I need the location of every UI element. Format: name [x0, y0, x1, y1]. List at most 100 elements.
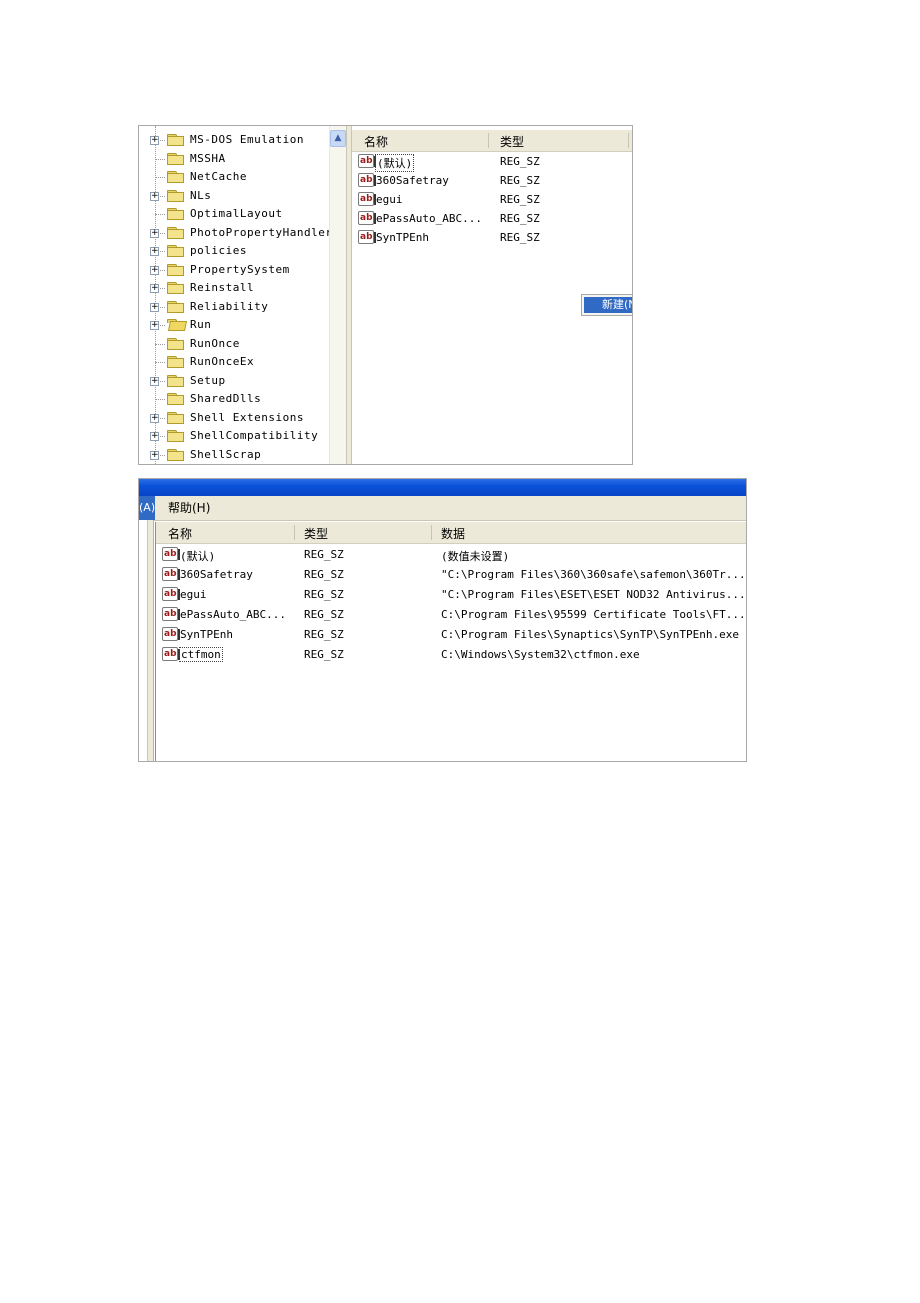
tree-item[interactable]: SharedDlls	[139, 390, 329, 408]
expand-plus-icon[interactable]: +	[150, 432, 159, 441]
tree-vertical-scrollbar[interactable]: ▲	[329, 126, 347, 464]
value-row[interactable]: ab (默认) REG_SZ	[352, 152, 632, 172]
expand-plus-icon[interactable]: +	[150, 247, 159, 256]
string-value-icon: ab	[162, 587, 180, 601]
tree-item[interactable]: + MS-DOS Emulation	[139, 131, 329, 149]
value-name: 360Safetray	[376, 174, 449, 187]
value-type: REG_SZ	[500, 231, 540, 244]
folder-icon	[167, 411, 184, 424]
tree-item-label: ShellScrap	[190, 447, 262, 461]
folder-icon	[167, 430, 184, 442]
expand-plus-icon[interactable]: +	[150, 136, 159, 145]
column-header-data[interactable]: 数据	[441, 525, 465, 542]
value-row[interactable]: ab ePassAuto_ABC... REG_SZ	[352, 209, 632, 228]
folder-icon	[167, 189, 184, 202]
folder-icon	[167, 263, 184, 276]
folder-icon	[167, 374, 184, 387]
tree-item[interactable]: + Run	[139, 316, 329, 334]
column-separator[interactable]	[488, 133, 489, 148]
folder-icon	[167, 245, 184, 257]
folder-icon	[167, 393, 184, 405]
value-data: (数值未设置)	[441, 550, 510, 563]
string-value-icon: ab	[162, 607, 180, 621]
menu-item-new[interactable]: 新建(N) ▶	[584, 297, 632, 313]
column-header-name[interactable]: 名称	[168, 525, 192, 542]
expand-plus-icon[interactable]: +	[150, 284, 159, 293]
tree-item[interactable]: RunOnceEx	[139, 353, 329, 371]
menu-item-new-label: 新建(N)	[602, 298, 632, 311]
tree-item-label: policies	[190, 244, 247, 257]
pane-splitter[interactable]	[147, 520, 153, 761]
tree-item[interactable]: + policies	[139, 242, 329, 260]
string-value-icon: ab	[162, 567, 180, 581]
registry-values-list: 名称 类型 数据 ab (默认) REG_SZ (数值未设置) ab 360Safetra…	[155, 522, 746, 761]
value-row[interactable]: ab 360Safetray REG_SZ "C:\Program Files\360…	[156, 565, 746, 584]
tree-item[interactable]: + PropertySystem	[139, 261, 329, 279]
tree-item[interactable]: + Setup	[139, 372, 329, 390]
expand-plus-icon[interactable]: +	[150, 450, 159, 460]
column-header-type[interactable]: 类型	[304, 525, 328, 542]
expand-plus-icon[interactable]: +	[150, 413, 159, 423]
value-row[interactable]: ab SynTPEnh REG_SZ C:\Program Files\Synapti…	[156, 625, 746, 644]
folder-icon	[167, 300, 184, 313]
column-separator[interactable]	[431, 525, 432, 540]
value-row[interactable]: ab egui REG_SZ	[352, 190, 632, 209]
tree-connector-line	[155, 158, 165, 160]
tree-item[interactable]: + Reinstall	[139, 279, 329, 297]
tree-item[interactable]: + PhotoPropertyHandler	[139, 224, 329, 242]
registry-key-tree: + MS-DOS Emulation MSSHA NetCache + NLs Optima…	[139, 126, 329, 464]
tree-connector-line	[155, 177, 165, 178]
tree-item-label: RunOnceEx	[190, 355, 255, 368]
tree-item[interactable]: MSSHA	[139, 150, 329, 168]
string-value-icon: ab	[358, 173, 376, 187]
tree-connector-line	[155, 399, 165, 400]
expand-plus-icon[interactable]: +	[150, 302, 159, 312]
tree-item[interactable]: + ShellCompatibility	[139, 427, 329, 445]
value-name: SynTPEnh	[376, 231, 429, 244]
value-data: "C:\Program Files\ESET\ESET NOD32 Antivi…	[441, 588, 746, 601]
menu-item-partial[interactable]: (A)	[139, 496, 155, 520]
tree-item[interactable]: NetCache	[139, 168, 329, 186]
values-list-header: 名称 类型 数据	[156, 522, 746, 544]
value-row[interactable]: ab SynTPEnh REG_SZ	[352, 228, 632, 247]
value-row[interactable]: ab ctfmon REG_SZ C:\Windows\System32\ctfmon…	[156, 645, 746, 664]
value-data: C:\Windows\System32\ctfmon.exe	[441, 648, 640, 661]
menu-bar: (A) 帮助(H)	[139, 496, 746, 521]
value-name: egui	[376, 193, 403, 206]
column-separator[interactable]	[628, 133, 629, 148]
registry-editor-result-screenshot: (A) 帮助(H) 名称 类型 数据 ab (默认) REG_SZ (数值未设置) ab…	[138, 478, 747, 762]
value-name: 360Safetray	[180, 568, 253, 581]
value-name: (默认)	[180, 550, 216, 563]
tree-item[interactable]: + Reliability	[139, 298, 329, 316]
context-menu: 新建(N) ▶	[581, 294, 632, 316]
value-row[interactable]: ab egui REG_SZ "C:\Program Files\ESET\ESET …	[156, 585, 746, 604]
column-separator[interactable]	[294, 525, 295, 540]
tree-item[interactable]: + NLs	[139, 187, 329, 205]
value-row[interactable]: ab 360Safetray REG_SZ	[352, 171, 632, 190]
open-folder-icon	[167, 319, 188, 331]
expand-plus-icon[interactable]: +	[150, 191, 159, 201]
value-row[interactable]: ab (默认) REG_SZ (数值未设置)	[156, 545, 746, 564]
value-row[interactable]: ab ePassAuto_ABC... REG_SZ C:\Program Files…	[156, 605, 746, 624]
value-type: REG_SZ	[304, 608, 344, 621]
tree-item[interactable]: RunOnce	[139, 335, 329, 353]
expand-plus-icon[interactable]: +	[150, 321, 159, 330]
tree-item[interactable]: OptimalLayout	[139, 205, 329, 223]
value-type: REG_SZ	[500, 155, 540, 168]
tree-item-label: Reinstall	[190, 281, 255, 294]
tree-item[interactable]: + ShellScrap	[139, 446, 329, 464]
value-type: REG_SZ	[304, 628, 344, 641]
column-header-type[interactable]: 类型	[500, 133, 524, 150]
tree-item-label: OptimalLayout	[190, 207, 283, 220]
tree-item[interactable]: + Shell Extensions	[139, 409, 329, 427]
values-list-header: 名称 类型	[352, 130, 632, 152]
string-value-icon: ab	[358, 154, 376, 168]
column-header-name[interactable]: 名称	[364, 133, 388, 150]
value-type: REG_SZ	[304, 588, 344, 601]
expand-plus-icon[interactable]: +	[150, 376, 159, 386]
menu-item-help[interactable]: 帮助(H)	[168, 496, 210, 520]
expand-plus-icon[interactable]: +	[150, 265, 159, 275]
folder-icon	[167, 448, 184, 461]
expand-plus-icon[interactable]: +	[150, 228, 159, 238]
scroll-up-arrow-icon[interactable]: ▲	[330, 130, 346, 147]
